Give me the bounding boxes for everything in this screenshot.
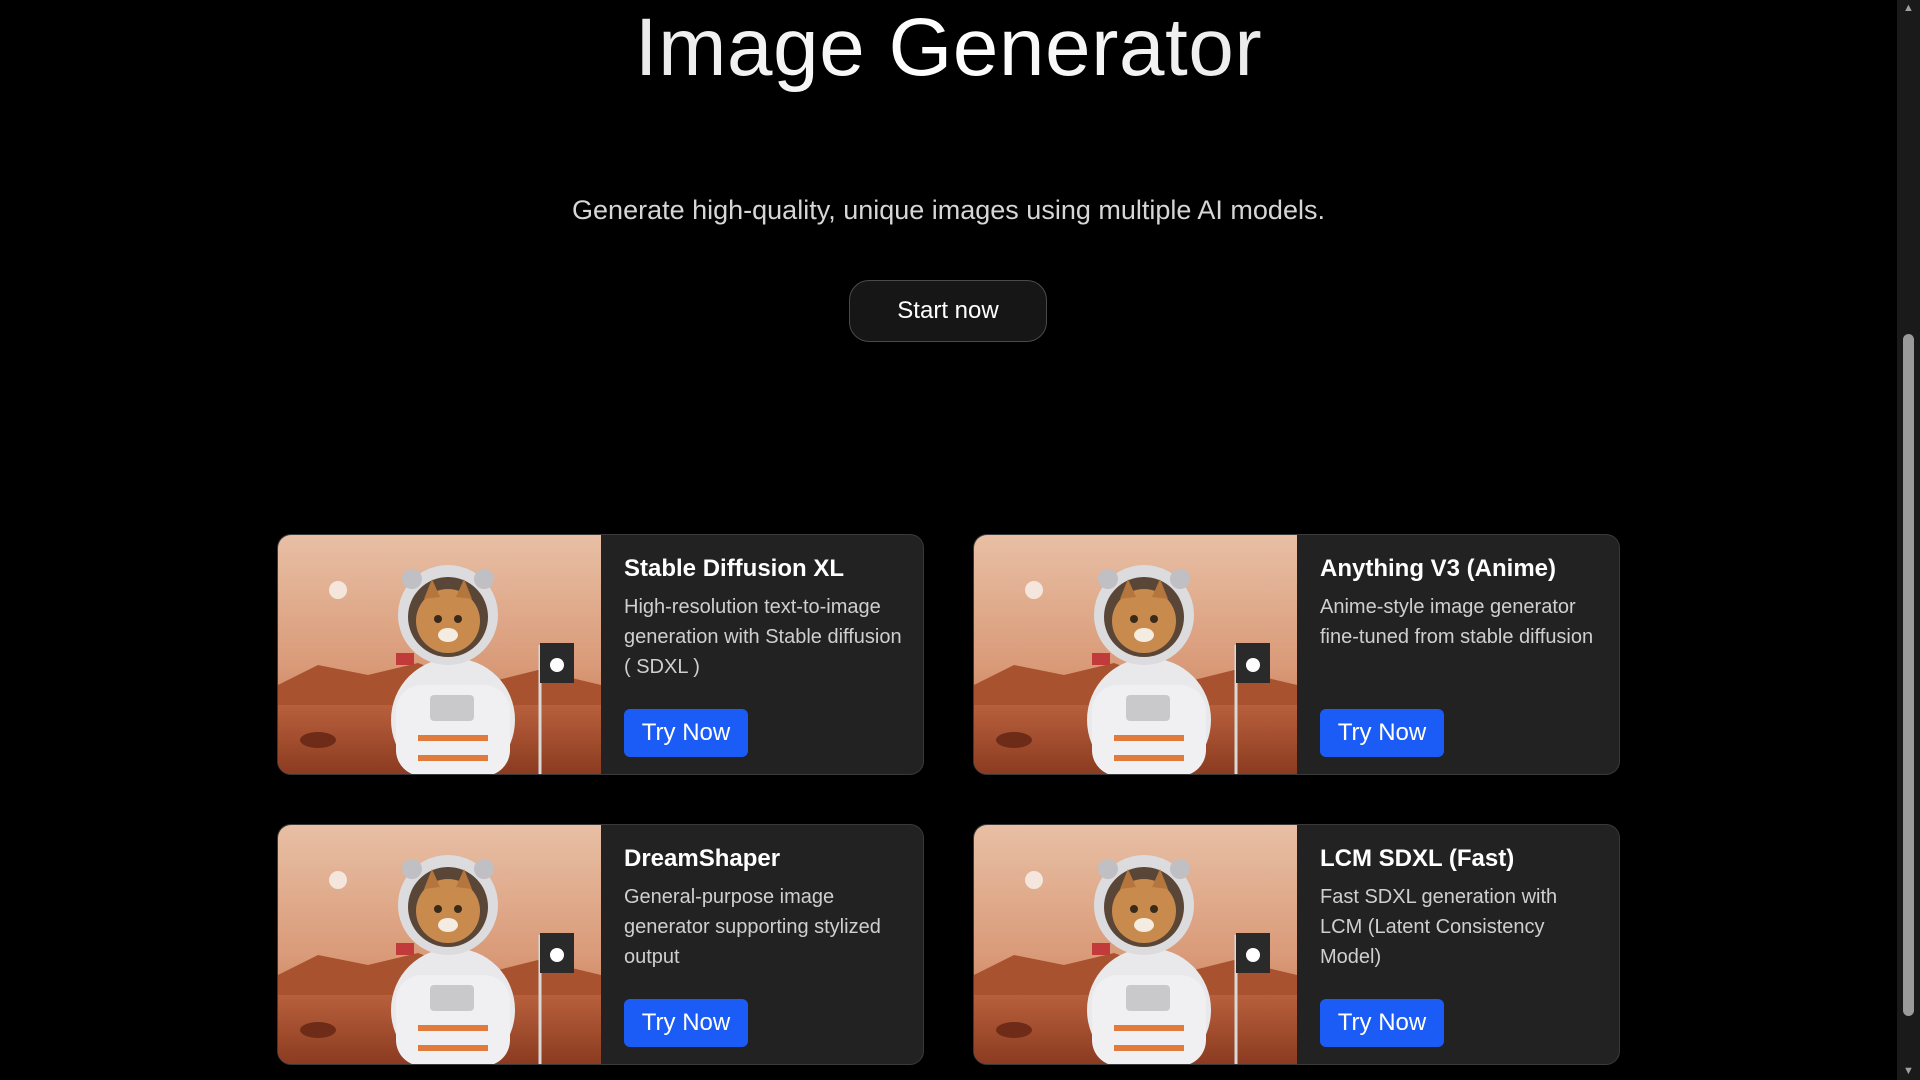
astronaut-cat-image bbox=[278, 825, 601, 1064]
model-card-dreamshaper: DreamShaper General-purpose image genera… bbox=[277, 824, 924, 1065]
model-card-image bbox=[278, 825, 601, 1064]
main-content: Image Generator Generate high-quality, u… bbox=[0, 0, 1897, 1080]
astronaut-cat-image bbox=[278, 535, 601, 774]
try-now-button[interactable]: Try Now bbox=[1320, 999, 1444, 1047]
model-card-description: Anime-style image generator fine-tuned f… bbox=[1320, 596, 1594, 648]
model-card-lcm-sdxl: LCM SDXL (Fast) Fast SDXL generation wit… bbox=[973, 824, 1620, 1065]
astronaut-cat-image bbox=[974, 825, 1297, 1064]
try-now-button[interactable]: Try Now bbox=[624, 999, 748, 1047]
vertical-scrollbar[interactable]: ▲ ▼ bbox=[1897, 0, 1920, 1080]
model-card-image bbox=[974, 825, 1297, 1064]
hero-subtitle: Generate high-quality, unique images usi… bbox=[572, 195, 1325, 225]
model-card-body: DreamShaper General-purpose image genera… bbox=[624, 843, 904, 972]
scrollbar-thumb[interactable] bbox=[1903, 334, 1914, 1016]
model-card-body: LCM SDXL (Fast) Fast SDXL generation wit… bbox=[1320, 843, 1600, 972]
model-card-body: Stable Diffusion XL High-resolution text… bbox=[624, 553, 904, 682]
scroll-up-icon[interactable]: ▲ bbox=[1897, 0, 1920, 17]
model-card-description: General-purpose image generator supporti… bbox=[624, 886, 881, 968]
try-now-button[interactable]: Try Now bbox=[1320, 709, 1444, 757]
model-card-title: DreamShaper bbox=[624, 845, 781, 872]
scroll-down-icon[interactable]: ▼ bbox=[1897, 1063, 1920, 1080]
astronaut-cat-image bbox=[974, 535, 1297, 774]
model-card-image bbox=[974, 535, 1297, 774]
model-card-stable-diffusion-xl: Stable Diffusion XL High-resolution text… bbox=[277, 534, 924, 775]
model-card-title: LCM SDXL (Fast) bbox=[1320, 845, 1515, 872]
model-card-body: Anything V3 (Anime) Anime-style image ge… bbox=[1320, 553, 1600, 682]
page: Image Generator Generate high-quality, u… bbox=[0, 0, 1920, 1080]
model-card-image bbox=[278, 535, 601, 774]
model-card-title: Anything V3 (Anime) bbox=[1320, 555, 1557, 582]
model-card-anything-v3: Anything V3 (Anime) Anime-style image ge… bbox=[973, 534, 1620, 775]
model-card-description: High-resolution text-to-image generation… bbox=[624, 596, 902, 678]
try-now-button[interactable]: Try Now bbox=[624, 709, 748, 757]
page-title: Image Generator bbox=[0, 0, 1897, 108]
model-card-description: Fast SDXL generation with LCM (Latent Co… bbox=[1320, 886, 1558, 968]
model-card-title: Stable Diffusion XL bbox=[624, 555, 845, 582]
start-now-button[interactable]: Start now bbox=[849, 280, 1047, 342]
